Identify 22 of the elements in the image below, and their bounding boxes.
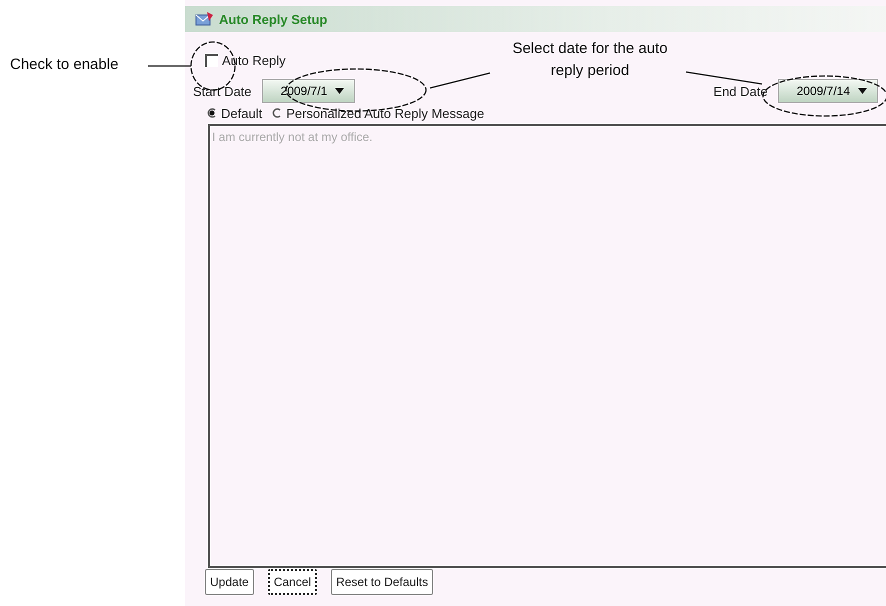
field-label: End Date (713, 84, 768, 98)
annotation-text: Check to enable (10, 56, 118, 73)
date-dropdown[interactable]: 2009/7/1 (262, 79, 356, 103)
radio-button[interactable] (272, 108, 282, 118)
date-dropdown[interactable]: 2009/7/14 (778, 79, 878, 103)
radio-label: Personalized Auto Reply Message (286, 106, 484, 120)
radio-label: Default (221, 106, 262, 120)
form-button[interactable]: Reset to Defaults (331, 569, 434, 595)
caret-icon (335, 88, 344, 94)
window-title: Auto Reply Setup (219, 12, 328, 26)
message-field[interactable]: I am currently not at my office. (208, 124, 886, 568)
caret-icon (858, 88, 867, 94)
leader-line (148, 65, 191, 67)
mail-icon (195, 11, 215, 27)
form-button[interactable]: Cancel (268, 569, 318, 595)
annotation-text: Select date for the auto reply period (511, 39, 669, 81)
checkbox-label: Auto Reply (222, 52, 286, 68)
field-label: Start Date (193, 84, 252, 98)
leader-line (430, 72, 490, 89)
radio-button[interactable] (207, 108, 217, 118)
form-button[interactable]: Update (205, 569, 254, 595)
checkbox[interactable] (205, 54, 218, 66)
